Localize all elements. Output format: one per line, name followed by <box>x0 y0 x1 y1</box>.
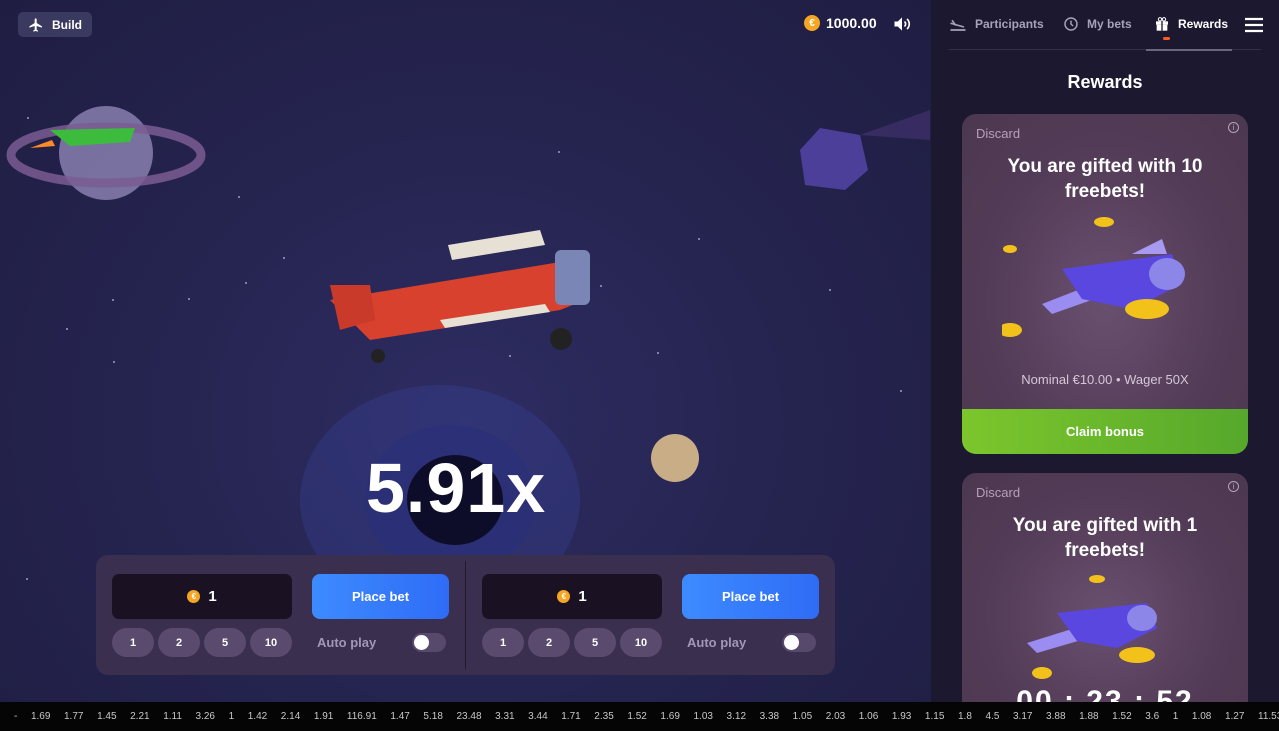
history-item: 3.17 <box>1012 711 1033 722</box>
bet-amount-input[interactable]: €1 <box>482 574 662 619</box>
history-item: 4.5 <box>985 711 1000 722</box>
bet-amount-input[interactable]: €1 <box>112 574 292 619</box>
history-item: 1.69 <box>30 711 51 722</box>
reward-plane-illustration <box>1002 217 1185 337</box>
history-item: 1.77 <box>64 711 84 722</box>
history-item: - <box>14 711 18 722</box>
history-item: 3.12 <box>726 711 747 722</box>
tab-label: Rewards <box>1178 17 1229 31</box>
history-item: 5.18 <box>423 711 443 722</box>
multiplier-display: 5.91x <box>366 449 547 527</box>
red-biplane <box>330 230 590 363</box>
notification-indicator <box>1163 37 1170 40</box>
history-item: 11.53 <box>1258 711 1279 722</box>
auto-play-toggle[interactable] <box>782 633 816 652</box>
asteroid <box>800 110 930 190</box>
history-item: 1.88 <box>1079 711 1099 722</box>
history-item: 1.47 <box>390 711 410 722</box>
history-item: 3.44 <box>528 711 548 722</box>
game-area: Build € 1000.00 5.91x €1 Place bet 1 2 5… <box>0 0 931 702</box>
tab-rewards[interactable]: Rewards <box>1145 16 1233 51</box>
history-item: 2.35 <box>594 711 614 722</box>
history-item: 3.88 <box>1046 711 1066 722</box>
tab-my-bets[interactable]: My bets <box>1063 16 1132 32</box>
history-item: 116.91 <box>346 711 377 722</box>
discard-button[interactable]: Discard <box>976 126 1020 141</box>
history-item: 3.6 <box>1145 711 1160 722</box>
saturn-planet <box>6 106 206 200</box>
history-item: 1.03 <box>693 711 713 722</box>
reward-title: You are gifted with 1 freebets! <box>1012 515 1198 561</box>
place-bet-button[interactable]: Place bet <box>312 574 449 619</box>
rewards-title: Rewards <box>1067 72 1143 92</box>
history-item: 23.48 <box>456 711 482 722</box>
history-item: 1.52 <box>627 711 647 722</box>
history-item: 1.08 <box>1191 711 1212 722</box>
history-item: 1.69 <box>660 711 680 722</box>
history-item: 1.06 <box>858 711 879 722</box>
history-item: 1 <box>228 711 235 722</box>
chip-button[interactable]: 10 <box>250 628 292 657</box>
history-item: 2.14 <box>280 711 301 722</box>
chip-button[interactable]: 5 <box>204 628 246 657</box>
multiplier-history: -1.69 1.77 1.45 2.21 1.11 3.26 1 1.42 2.14 1.91 11… <box>0 702 1279 731</box>
info-icon[interactable]: i <box>1228 122 1239 133</box>
history-item: 1.91 <box>313 711 334 722</box>
moon <box>651 434 699 482</box>
history-item: 1.8 <box>957 711 972 722</box>
place-bet-button[interactable]: Place bet <box>682 574 819 619</box>
reward-card: Discard i You are gifted with 10 freebet… <box>962 114 1248 454</box>
history-item: 1.93 <box>891 711 912 722</box>
history-item: 3.26 <box>195 711 215 722</box>
tab-participants[interactable]: Participants <box>949 16 1044 32</box>
chip-button[interactable]: 2 <box>158 628 200 657</box>
euro-coin-icon: € <box>187 590 201 603</box>
auto-play-label: Auto play <box>687 635 747 650</box>
history-item: 1.15 <box>924 711 945 722</box>
gift-icon <box>1156 17 1168 31</box>
reward-plane-illustration <box>1027 575 1157 679</box>
history-item: 1.05 <box>792 711 813 722</box>
auto-play-toggle[interactable] <box>412 633 446 652</box>
reward-title: You are gifted with 10 freebets! <box>1007 156 1203 202</box>
chip-button[interactable]: 2 <box>528 628 570 657</box>
history-item: 2.03 <box>825 711 846 722</box>
history-item: 1.42 <box>247 711 268 722</box>
chip-button[interactable]: 1 <box>482 628 524 657</box>
tab-label: My bets <box>1087 17 1132 31</box>
tab-label: Participants <box>975 17 1044 31</box>
history-item: 2.21 <box>130 711 150 722</box>
reward-terms: Nominal €10.00 • Wager 50X <box>1021 372 1189 387</box>
history-item: 1.27 <box>1224 711 1245 722</box>
auto-play-label: Auto play <box>317 635 377 650</box>
sidebar: Participants My bets Rewards Rewards Dis… <box>931 0 1279 702</box>
history-item: 1.71 <box>561 711 581 722</box>
bet-slot-2: €1 Place bet 1 2 5 10 Auto play <box>466 555 836 675</box>
chip-button[interactable]: 10 <box>620 628 662 657</box>
history-item: 1 <box>1172 711 1179 722</box>
bet-panel: €1 Place bet 1 2 5 10 Auto play €1 Place… <box>96 555 835 675</box>
info-icon[interactable]: i <box>1228 481 1239 492</box>
bet-slot-1: €1 Place bet 1 2 5 10 Auto play <box>96 555 466 675</box>
sidebar-tabs: Participants My bets Rewards <box>949 0 1261 51</box>
discard-button[interactable]: Discard <box>976 485 1020 500</box>
hamburger-menu-icon[interactable] <box>1244 17 1264 33</box>
history-item: 3.31 <box>495 711 515 722</box>
reward-countdown: 00 : 23 : 52 <box>1016 685 1194 702</box>
history-icon <box>1064 17 1078 31</box>
history-item: 3.38 <box>759 711 780 722</box>
history-item: 1.11 <box>163 711 182 722</box>
euro-coin-icon: € <box>557 590 571 603</box>
history-item: 1.52 <box>1112 711 1132 722</box>
bet-amount-value: 1 <box>208 588 217 605</box>
reward-card: Discard i You are gifted with 1 freebets… <box>962 473 1248 702</box>
chip-button[interactable]: 1 <box>112 628 154 657</box>
bet-amount-value: 1 <box>578 588 587 605</box>
chip-button[interactable]: 5 <box>574 628 616 657</box>
claim-bonus-button[interactable]: Claim bonus <box>962 409 1248 454</box>
history-item: 1.45 <box>97 711 117 722</box>
plane-landing-icon <box>950 19 966 31</box>
